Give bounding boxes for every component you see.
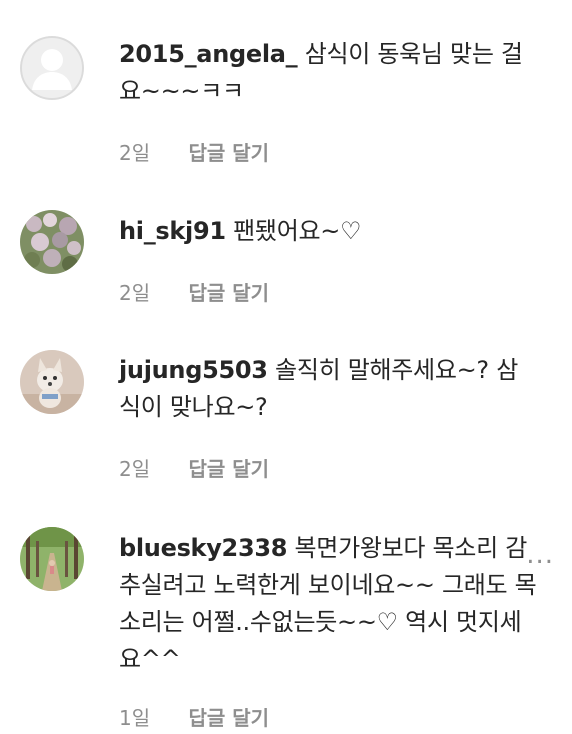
- reply-button[interactable]: 답글 달기: [188, 702, 269, 731]
- trees-photo-avatar-icon: [20, 527, 84, 591]
- comment-meta: 2일 답글 달기: [119, 277, 269, 306]
- avatar[interactable]: [20, 36, 84, 100]
- comment-body: bluesky2338 복면가왕보다 목소리 감추실려고 노력한게 보이네요~~…: [119, 530, 539, 678]
- reply-button[interactable]: 답글 달기: [188, 277, 269, 306]
- dog-photo-avatar-icon: [20, 350, 84, 414]
- comment-time[interactable]: 1일: [119, 702, 150, 731]
- comment-body: hi_skj91 팬됐어요~♡: [119, 213, 539, 250]
- comment-meta: 2일 답글 달기: [119, 453, 269, 482]
- default-avatar-icon: [20, 36, 84, 100]
- avatar[interactable]: [20, 527, 84, 591]
- flowers-photo-avatar-icon: [20, 210, 84, 274]
- comment-body: jujung5503 솔직히 말해주세요~? 삼식이 맞나요~?: [119, 352, 539, 426]
- avatar[interactable]: [20, 350, 84, 414]
- comment-username[interactable]: jujung5503: [119, 356, 268, 384]
- more-options-icon[interactable]: ...: [526, 540, 554, 570]
- reply-button[interactable]: 답글 달기: [188, 137, 269, 166]
- comment-username[interactable]: bluesky2338: [119, 534, 287, 562]
- avatar[interactable]: [20, 210, 84, 274]
- comment-username[interactable]: hi_skj91: [119, 217, 226, 245]
- comment-meta: 2일 답글 달기: [119, 137, 269, 166]
- comment-time[interactable]: 2일: [119, 277, 150, 306]
- comment-body: 2015_angela_ 삼식이 동욱님 맞는 걸요~~~ㅋㅋ: [119, 36, 539, 110]
- reply-button[interactable]: 답글 달기: [188, 453, 269, 482]
- comment-text: 팬됐어요~♡: [233, 217, 362, 245]
- comment-meta: 1일 답글 달기: [119, 702, 269, 731]
- comment-time[interactable]: 2일: [119, 137, 150, 166]
- comment-username[interactable]: 2015_angela_: [119, 40, 298, 68]
- comment-time[interactable]: 2일: [119, 453, 150, 482]
